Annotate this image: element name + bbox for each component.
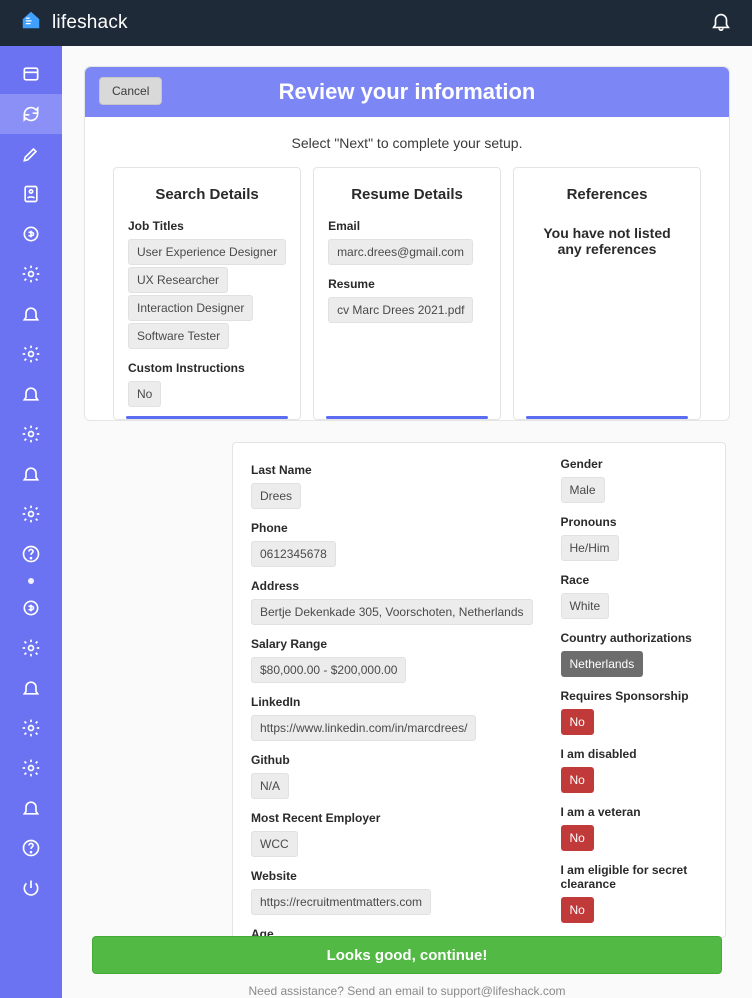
cancel-button[interactable]: Cancel <box>99 77 162 105</box>
sidebar-item-bell-5[interactable] <box>0 788 62 828</box>
job-title-chip: UX Researcher <box>128 267 228 293</box>
custom-instructions-value: No <box>128 381 161 407</box>
details-panel: Last Name Drees Phone 0612345678 Address… <box>232 442 726 938</box>
sidebar-item-settings-7[interactable] <box>0 748 62 788</box>
custom-instructions-label: Custom Instructions <box>128 361 286 375</box>
assist-text: Need assistance? Send an email to suppor… <box>62 984 752 998</box>
card-accent <box>126 416 288 419</box>
sidebar-item-settings-5[interactable] <box>0 628 62 668</box>
sidebar-item-help-2[interactable] <box>0 828 62 868</box>
main-area: Cancel Review your information Select "N… <box>62 46 752 998</box>
pronouns-value: He/Him <box>561 535 619 561</box>
job-title-chip: Interaction Designer <box>128 295 253 321</box>
card-title: Resume Details <box>328 186 486 203</box>
website-label: Website <box>251 869 533 883</box>
sidebar-item-edit[interactable] <box>0 134 62 174</box>
sidebar <box>0 46 62 998</box>
details-right-column: Gender Male Pronouns He/Him Race White C… <box>561 457 707 938</box>
race-label: Race <box>561 573 707 587</box>
salary-value: $80,000.00 - $200,000.00 <box>251 657 406 683</box>
sponsorship-value: No <box>561 709 594 735</box>
disabled-label: I am disabled <box>561 747 707 761</box>
sidebar-item-settings-1[interactable] <box>0 254 62 294</box>
sidebar-item-settings-2[interactable] <box>0 334 62 374</box>
country-auth-value: Netherlands <box>561 651 644 677</box>
references-empty: You have not listed any references <box>528 219 686 263</box>
sponsorship-label: Requires Sponsorship <box>561 689 707 703</box>
sidebar-item-power[interactable] <box>0 868 62 908</box>
sidebar-item-money[interactable] <box>0 214 62 254</box>
sidebar-item-settings-3[interactable] <box>0 414 62 454</box>
clearance-value: No <box>561 897 594 923</box>
card-references: References You have not listed any refer… <box>513 167 701 420</box>
bell-icon[interactable] <box>710 10 732 37</box>
card-title: References <box>528 186 686 203</box>
sidebar-item-card[interactable] <box>0 54 62 94</box>
address-label: Address <box>251 579 533 593</box>
job-title-chip: User Experience Designer <box>128 239 286 265</box>
home-icon <box>20 9 42 37</box>
sidebar-item-bell-4[interactable] <box>0 668 62 708</box>
summary-cards: Search Details Job Titles User Experienc… <box>85 167 729 420</box>
github-value: N/A <box>251 773 289 799</box>
review-page: Cancel Review your information Select "N… <box>84 66 730 421</box>
continue-button[interactable]: Looks good, continue! <box>92 936 722 974</box>
job-titles-label: Job Titles <box>128 219 286 233</box>
details-left-column: Last Name Drees Phone 0612345678 Address… <box>251 457 533 938</box>
veteran-label: I am a veteran <box>561 805 707 819</box>
sidebar-separator-dot <box>0 574 62 588</box>
phone-label: Phone <box>251 521 533 535</box>
brand-title: lifeshack <box>52 12 128 34</box>
card-search-details: Search Details Job Titles User Experienc… <box>113 167 301 420</box>
clearance-label: I am eligible for secret clearance <box>561 863 707 891</box>
sidebar-item-bell-2[interactable] <box>0 374 62 414</box>
sidebar-item-settings-4[interactable] <box>0 494 62 534</box>
sidebar-item-profile[interactable] <box>0 174 62 214</box>
website-value: https://recruitmentmatters.com <box>251 889 431 915</box>
employer-label: Most Recent Employer <box>251 811 533 825</box>
gender-label: Gender <box>561 457 707 471</box>
sidebar-item-refresh[interactable] <box>0 94 62 134</box>
sidebar-item-help[interactable] <box>0 534 62 574</box>
phone-value: 0612345678 <box>251 541 336 567</box>
last-name-label: Last Name <box>251 463 533 477</box>
github-label: Github <box>251 753 533 767</box>
sidebar-item-bell-3[interactable] <box>0 454 62 494</box>
sidebar-item-bell-1[interactable] <box>0 294 62 334</box>
page-title: Review your information <box>99 79 715 105</box>
page-subtitle: Select "Next" to complete your setup. <box>85 117 729 167</box>
salary-label: Salary Range <box>251 637 533 651</box>
card-title: Search Details <box>128 186 286 203</box>
sidebar-item-money-2[interactable] <box>0 588 62 628</box>
resume-label: Resume <box>328 277 486 291</box>
gender-value: Male <box>561 477 605 503</box>
topbar: lifeshack <box>0 0 752 46</box>
card-accent <box>526 416 688 419</box>
country-auth-label: Country authorizations <box>561 631 707 645</box>
resume-value: cv Marc Drees 2021.pdf <box>328 297 473 323</box>
brand: lifeshack <box>20 9 128 37</box>
card-resume-details: Resume Details Email marc.drees@gmail.co… <box>313 167 501 420</box>
race-value: White <box>561 593 610 619</box>
job-title-chip: Software Tester <box>128 323 229 349</box>
linkedin-value: https://www.linkedin.com/in/marcdrees/ <box>251 715 476 741</box>
pronouns-label: Pronouns <box>561 515 707 529</box>
veteran-value: No <box>561 825 594 851</box>
page-header: Cancel Review your information <box>85 67 729 117</box>
card-accent <box>326 416 488 419</box>
linkedin-label: LinkedIn <box>251 695 533 709</box>
address-value: Bertje Dekenkade 305, Voorschoten, Nethe… <box>251 599 533 625</box>
email-label: Email <box>328 219 486 233</box>
last-name-value: Drees <box>251 483 301 509</box>
employer-value: WCC <box>251 831 298 857</box>
email-value: marc.drees@gmail.com <box>328 239 473 265</box>
disabled-value: No <box>561 767 594 793</box>
sidebar-item-settings-6[interactable] <box>0 708 62 748</box>
